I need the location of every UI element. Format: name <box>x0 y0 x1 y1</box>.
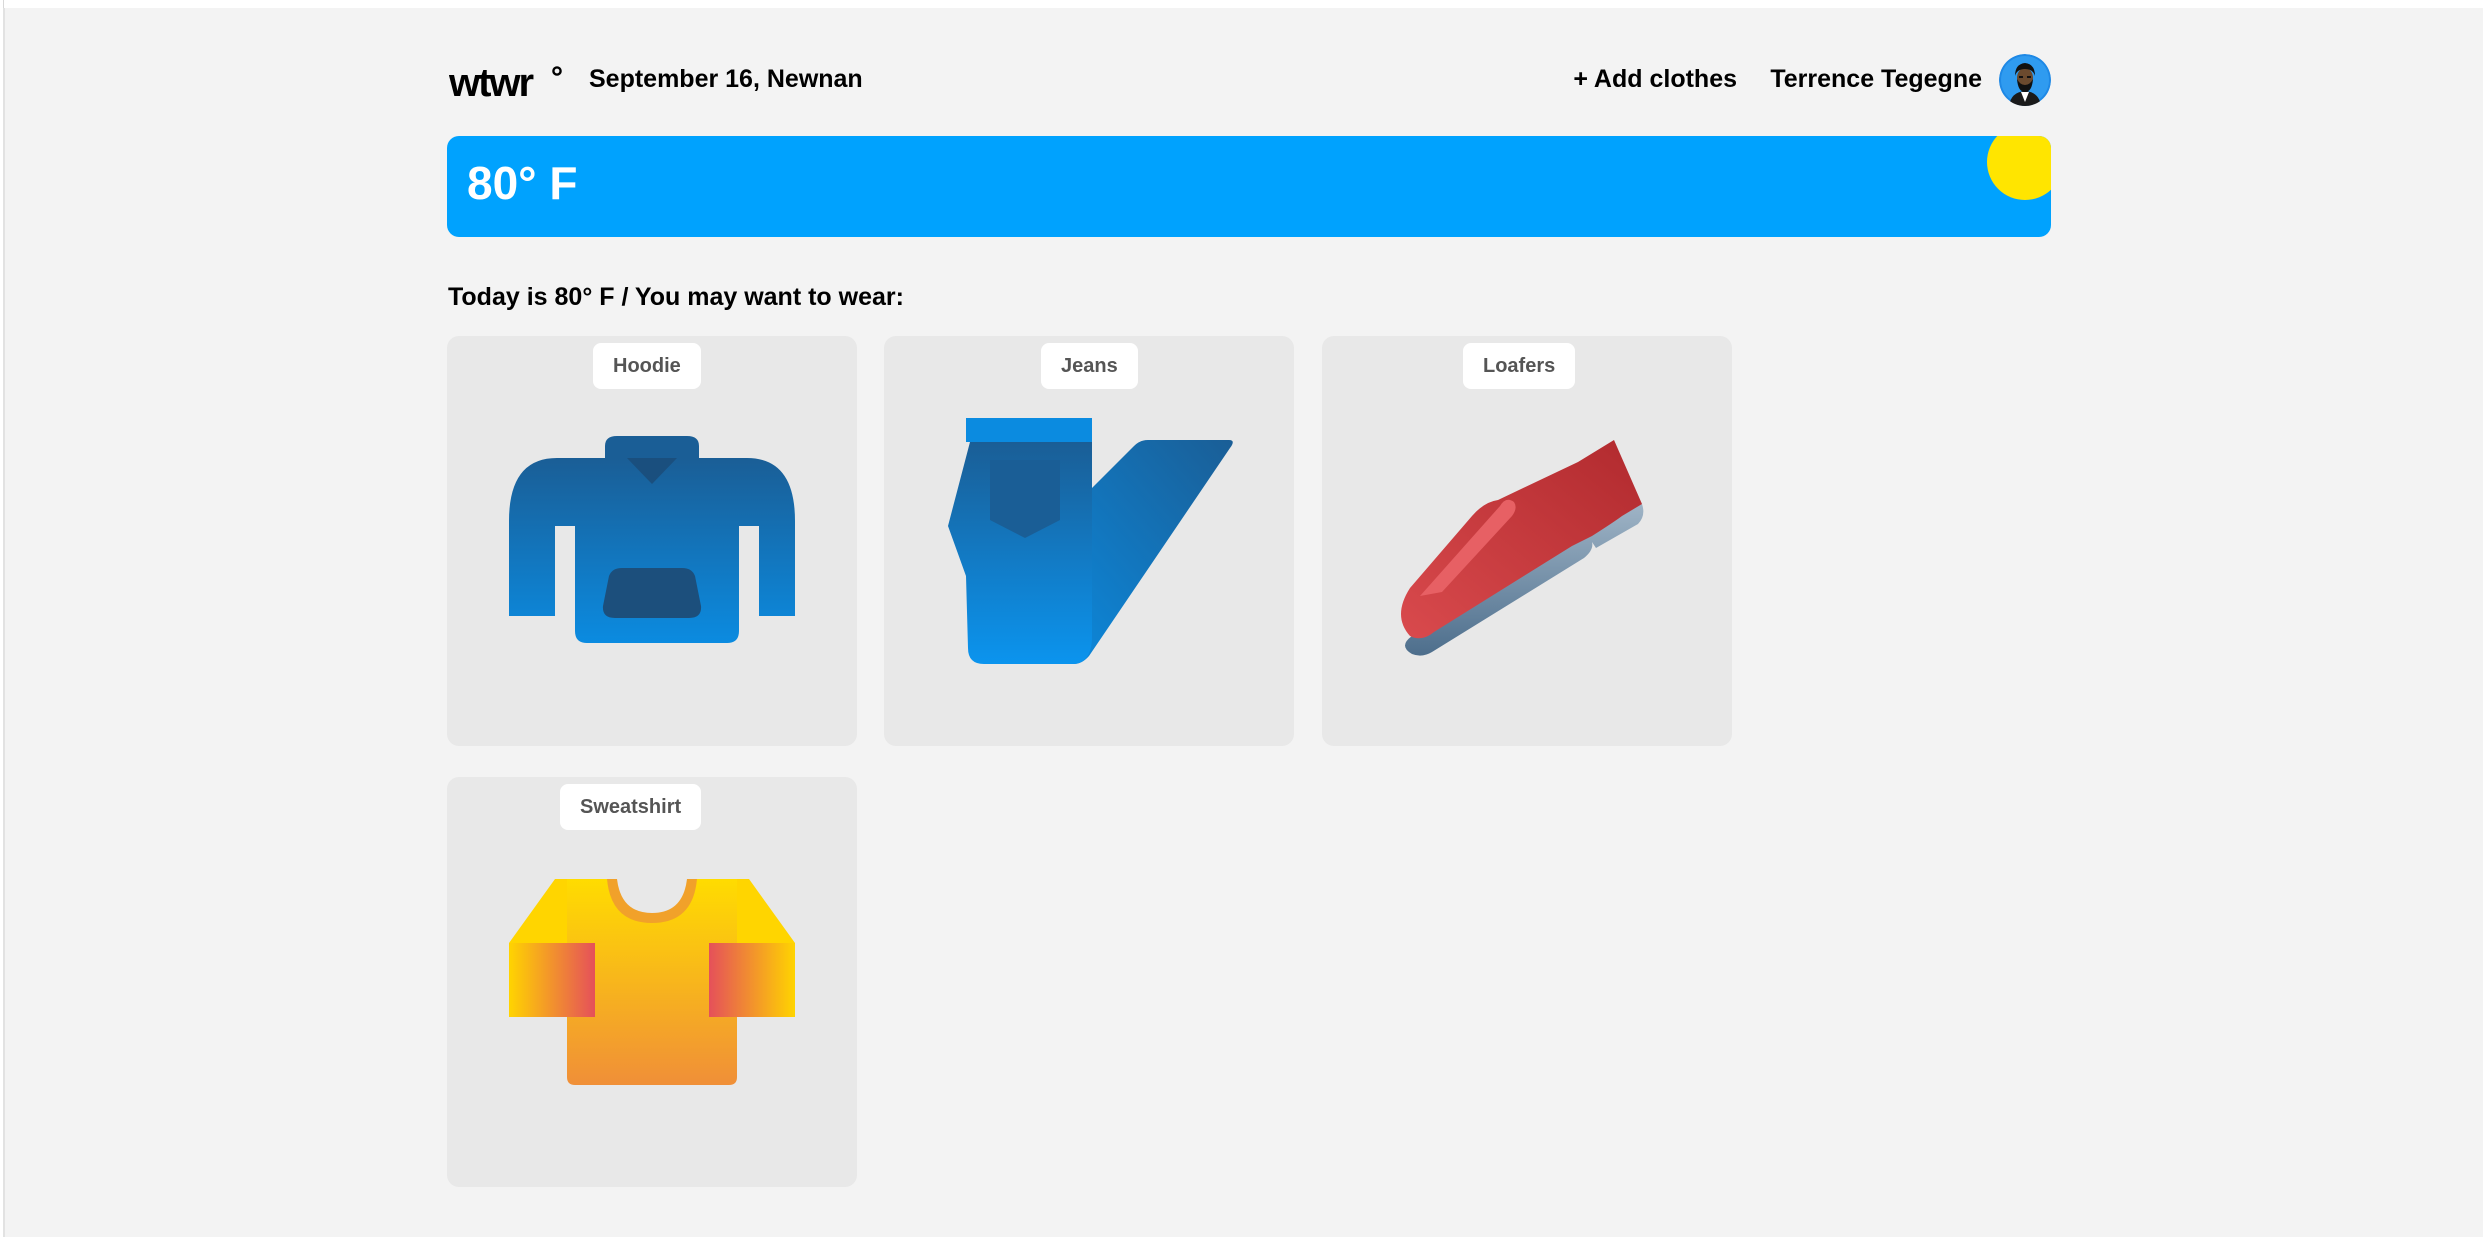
item-card-label: Jeans <box>1041 343 1138 389</box>
sun-icon <box>1987 136 2051 200</box>
suggestion-text: Today is 80° F / You may want to wear: <box>448 283 904 311</box>
item-card-label: Loafers <box>1463 343 1576 389</box>
content-container: wtwr September 16, Newnan + Add clothes … <box>447 8 2051 1237</box>
username[interactable]: Terrence Tegegne <box>1770 65 1982 94</box>
add-clothes-button[interactable]: + Add clothes <box>1573 65 1737 94</box>
svg-text:wtwr: wtwr <box>449 64 534 100</box>
wtwr-logo[interactable]: wtwr <box>449 64 563 100</box>
avatar-image <box>1999 54 2051 106</box>
weather-temperature: 80° F <box>467 157 578 209</box>
loafers-icon <box>1401 440 1644 656</box>
item-card-label: Hoodie <box>593 343 701 389</box>
item-card-label: Sweatshirt <box>560 784 702 830</box>
item-card-hoodie[interactable]: Hoodie <box>447 336 857 746</box>
jeans-icon <box>948 418 1233 664</box>
header: wtwr September 16, Newnan + Add clothes … <box>447 48 2051 108</box>
hoodie-icon <box>509 436 795 643</box>
item-card-jeans[interactable]: Jeans <box>884 336 1294 746</box>
page: wtwr September 16, Newnan + Add clothes … <box>3 8 2483 1237</box>
date-location: September 16, Newnan <box>589 65 863 93</box>
item-card-sweatshirt[interactable]: Sweatshirt <box>447 777 857 1187</box>
item-card-loafers[interactable]: Loafers <box>1322 336 1732 746</box>
sweatshirt-icon <box>509 879 795 1085</box>
weather-card: 80° F <box>447 136 2051 237</box>
avatar[interactable] <box>1999 54 2051 106</box>
